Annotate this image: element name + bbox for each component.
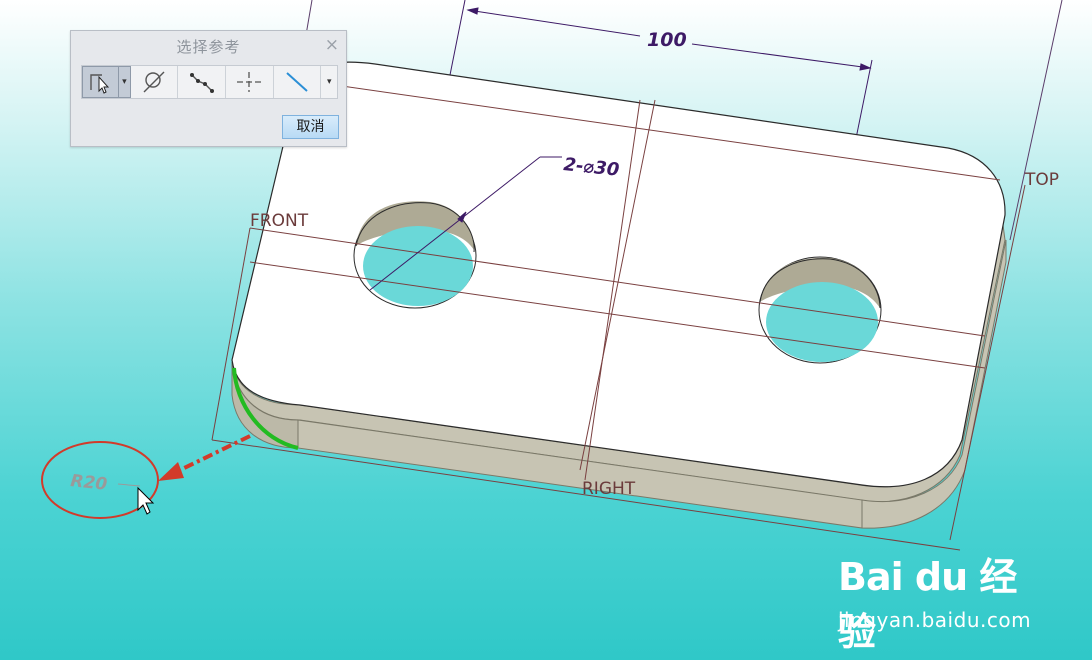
close-icon[interactable]: × [325, 35, 339, 55]
centerline-icon [237, 72, 262, 92]
line-reference-button[interactable] [274, 66, 322, 98]
datum-front-label: FRONT [250, 211, 309, 231]
annotation-arrowhead [158, 462, 184, 481]
radius-leader [117, 483, 141, 487]
line-reference-dropdown[interactable]: ▾ [321, 66, 337, 98]
reference-toolbar: ▾ ▾ [81, 65, 338, 99]
watermark-site: jingyan.baidu.com [838, 608, 1032, 632]
baidu-jingyan-watermark: Bai du 经验 jingyan.baidu.com [838, 546, 1038, 654]
select-reference-dialog: 选择参考 × ▾ ▾ 取消 [70, 30, 347, 147]
dialog-title: 选择参考 [176, 38, 241, 56]
radius-label[interactable]: R20 [69, 471, 108, 495]
watermark-logo: Bai du 经验 [838, 555, 1017, 654]
hole-right [758, 256, 882, 364]
select-reference-button[interactable] [82, 66, 120, 98]
select-reference-icon [89, 74, 109, 94]
dimension-100-label: 100 [647, 29, 687, 51]
datum-plane-edge [1009, 0, 1063, 241]
annotation-arrow [171, 434, 251, 476]
chain-reference-button[interactable] [178, 66, 227, 98]
mouse-cursor-icon [137, 486, 155, 515]
circle-reference-button[interactable] [131, 66, 179, 98]
datum-right-label: RIGHT [582, 479, 636, 499]
cancel-button[interactable]: 取消 [282, 115, 339, 139]
datum-top-label: TOP [1024, 170, 1059, 190]
select-reference-dropdown[interactable]: ▾ [119, 66, 131, 98]
chain-icon [189, 73, 214, 93]
centerline-reference-button[interactable] [226, 66, 274, 98]
line-icon [286, 72, 308, 92]
circle-sketch-icon [143, 71, 165, 93]
